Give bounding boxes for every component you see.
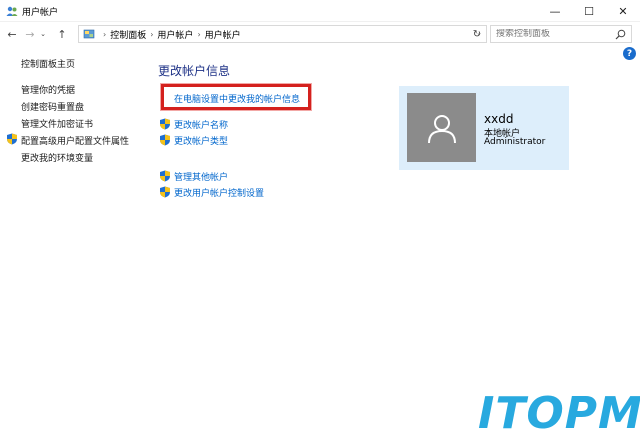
address-bar: ← → ⌄ ↑ › 控制面板 › 用户帐户 › 用户帐户 ⌄ ↻ [0,23,640,45]
avatar[interactable] [407,93,476,162]
up-button[interactable]: ↑ [54,26,70,42]
minimize-button[interactable]: — [538,0,572,22]
uac-shield-icon [160,186,170,198]
manage-other-accounts-link[interactable]: 管理其他帐户 [174,170,228,183]
maximize-icon: ☐ [584,4,594,18]
control-panel-icon [83,29,95,39]
sidebar-item-control-panel-home[interactable]: 控制面板主页 [21,57,75,70]
sidebar-item-password-reset-disk[interactable]: 创建密码重置盘 [21,100,84,113]
help-icon[interactable]: ? [623,47,636,60]
account-role: Administrator [484,137,546,147]
sidebar-item-environment-variables[interactable]: 更改我的环境变量 [21,151,93,164]
change-account-name-link[interactable]: 更改帐户名称 [174,118,228,131]
breadcrumb-user-accounts-current[interactable]: 用户帐户 [205,28,241,41]
sidebar-item-manage-credentials[interactable]: 管理你的凭据 [21,83,75,96]
users-app-icon [6,6,18,16]
breadcrumb-user-accounts[interactable]: 用户帐户 [157,28,193,41]
search-input[interactable] [496,29,614,39]
pc-settings-link[interactable]: 在电脑设置中更改我的帐户信息 [174,92,300,105]
change-account-type-link[interactable]: 更改帐户类型 [174,134,228,147]
search-icon [615,29,626,40]
maximize-button[interactable]: ☐ [572,0,606,22]
chevron-right-icon: › [103,29,107,39]
chevron-right-icon: › [197,29,201,39]
watermark-logo: ITOPM [478,388,640,439]
sidebar-item-advanced-profile[interactable]: 配置高级用户配置文件属性 [21,134,129,147]
close-icon: ✕ [618,4,628,18]
user-silhouette-icon [427,114,456,143]
account-card: xxdd 本地帐户 Administrator [399,86,569,170]
chevron-down-icon: ⌄ [40,30,46,38]
close-button[interactable]: ✕ [606,0,640,22]
minimize-icon: — [549,4,561,18]
arrow-up-icon: ↑ [57,27,67,41]
refresh-button[interactable]: ↻ [470,27,484,41]
search-box[interactable] [490,25,632,43]
arrow-left-icon: ← [7,27,17,41]
uac-settings-link[interactable]: 更改用户帐户控制设置 [174,186,264,199]
uac-shield-icon [160,134,170,146]
account-name: xxdd [484,112,514,126]
window-title: 用户帐户 [22,8,59,18]
recent-locations-button[interactable]: ⌄ [38,26,48,42]
uac-shield-icon [7,133,17,145]
breadcrumb[interactable]: › 控制面板 › 用户帐户 › 用户帐户 ⌄ [78,25,487,43]
uac-shield-icon [160,118,170,130]
back-button[interactable]: ← [4,26,20,42]
breadcrumb-control-panel[interactable]: 控制面板 [110,28,146,41]
page-title: 更改帐户信息 [158,64,231,78]
refresh-icon: ↻ [472,28,482,40]
sidebar-item-file-encryption[interactable]: 管理文件加密证书 [21,117,93,130]
title-bar: 用户帐户 — ☐ ✕ [0,0,640,22]
arrow-right-icon: → [25,27,35,41]
chevron-right-icon: › [150,29,154,39]
uac-shield-icon [160,170,170,182]
forward-button[interactable]: → [22,26,38,42]
